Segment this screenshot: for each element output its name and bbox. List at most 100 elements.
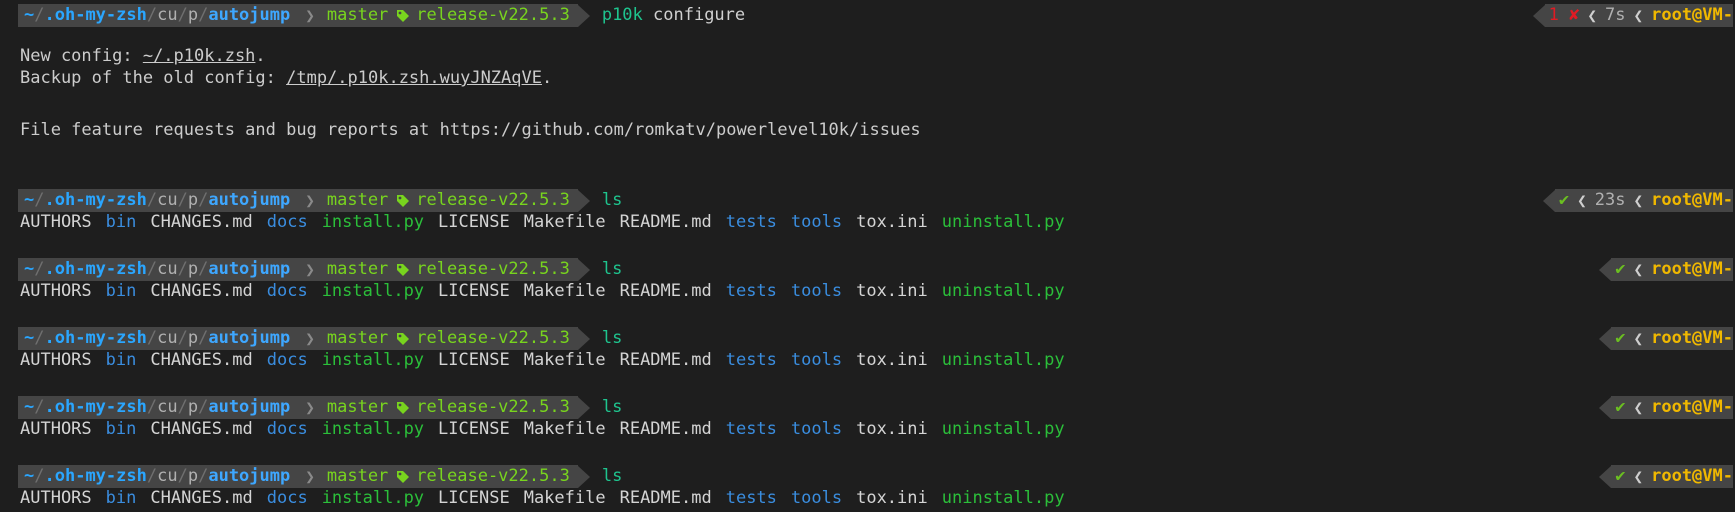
command-name: ls — [601, 328, 623, 348]
segment-end-arrow — [577, 258, 590, 281]
path-part: .oh-my-zsh — [44, 5, 147, 25]
period: . — [541, 68, 553, 88]
user-host: root@VM- — [1651, 466, 1733, 486]
ls-entry: uninstall.py — [941, 350, 1065, 370]
prompt-line: ~ / .oh-my-zsh / cu / p / autojump ❯ master rele… — [18, 4, 1733, 27]
user-host: root@VM- — [1651, 259, 1733, 279]
ls-entry: uninstall.py — [941, 281, 1065, 301]
right-prompt-body: 1 ✘ ❮ 7s ❮ root@VM- — [1544, 4, 1733, 27]
ls-entry: tox.ini — [856, 212, 928, 232]
right-prompt: ✔ ❮ root@VM- — [1599, 465, 1733, 488]
ls-output-line: AUTHORS bin CHANGES.md docs install.py LICENS… — [20, 418, 1735, 441]
git-branch: master — [326, 259, 389, 279]
right-prompt: ✔ ❮ root@VM- — [1599, 327, 1733, 350]
ls-entry: CHANGES.md — [150, 488, 253, 508]
path-home: ~ — [24, 190, 35, 210]
path-separator: / — [177, 190, 188, 210]
path-part: p — [187, 190, 199, 210]
right-prompt: 1 ✘ ❮ 7s ❮ root@VM- — [1532, 4, 1733, 27]
ls-entry: install.py — [321, 212, 425, 232]
segment-end-arrow — [577, 396, 590, 419]
path-current: autojump — [208, 466, 291, 486]
ls-entry: tests — [725, 350, 777, 370]
ls-entry: Makefile — [523, 212, 606, 232]
segment-start-arrow — [1599, 327, 1612, 350]
path-home: ~ — [24, 5, 35, 25]
ls-entry: tox.ini — [856, 350, 928, 370]
chevron-left-icon: ❮ — [1633, 191, 1644, 210]
path-segment: ~ / .oh-my-zsh / cu / p / autojump — [18, 327, 296, 350]
ls-entry: tools — [790, 488, 843, 508]
tag-icon — [396, 194, 410, 208]
path-part: p — [187, 328, 199, 348]
path-part: p — [187, 259, 199, 279]
right-prompt-body: ✔ ❮ root@VM- — [1611, 396, 1733, 419]
ls-entry: docs — [266, 281, 308, 301]
segment-end-arrow — [577, 4, 590, 27]
chevron-left-icon: ❮ — [1633, 329, 1644, 348]
period: . — [255, 46, 266, 66]
path-current: autojump — [208, 5, 291, 25]
path-part: p — [187, 397, 199, 417]
path-segment: ~ / .oh-my-zsh / cu / p / autojump — [18, 4, 296, 27]
path-separator: / — [177, 397, 188, 417]
user-host: root@VM- — [1651, 397, 1733, 417]
path-home: ~ — [24, 328, 35, 348]
ls-entry: Makefile — [523, 281, 606, 301]
path-part: .oh-my-zsh — [44, 466, 147, 486]
ls-entry: bin — [105, 281, 137, 301]
path-separator: / — [198, 5, 209, 25]
git-tag: release-v22.5.3 — [416, 397, 570, 417]
backup-label: Backup of the old config: — [20, 68, 287, 88]
ls-entry: AUTHORS — [20, 212, 92, 232]
chevron-left-icon: ❮ — [1633, 260, 1644, 279]
new-config-path: ~/.p10k.zsh — [142, 46, 256, 66]
user-host: root@VM- — [1651, 190, 1733, 210]
ls-entry: README.md — [619, 350, 712, 370]
git-branch: master — [326, 328, 389, 348]
right-prompt-body: ✔ ❮ root@VM- — [1611, 327, 1733, 350]
chevron-right-icon: ❯ — [305, 191, 315, 210]
chevron-left-icon: ❮ — [1633, 398, 1644, 417]
path-part: .oh-my-zsh — [44, 328, 147, 348]
chevron-left-icon: ❮ — [1577, 191, 1587, 210]
backup-path: /tmp/.p10k.zsh.wuyJNZAqVE — [286, 68, 542, 88]
path-part: cu — [157, 190, 178, 210]
path-separator: / — [146, 328, 158, 348]
segment-end-arrow — [577, 327, 590, 350]
git-tag: release-v22.5.3 — [416, 328, 570, 348]
chevron-right-icon: ❯ — [305, 260, 315, 279]
path-current: autojump — [208, 259, 291, 279]
ls-entry: tox.ini — [856, 281, 928, 301]
chevron-right-icon: ❯ — [305, 6, 315, 25]
path-separator: / — [146, 397, 158, 417]
chevron-right-icon: ❯ — [305, 398, 315, 417]
ls-output-line: AUTHORS bin CHANGES.md docs install.py LICENS… — [20, 349, 1735, 372]
git-branch: master — [326, 5, 389, 25]
path-separator: / — [198, 328, 209, 348]
git-branch: master — [326, 466, 389, 486]
chevron-right-icon: ❯ — [305, 329, 315, 348]
check-icon: ✔ — [1615, 397, 1626, 417]
ls-entry: README.md — [619, 212, 712, 232]
path-part: .oh-my-zsh — [44, 397, 147, 417]
ls-entry: tools — [790, 350, 843, 370]
command-args: configure — [642, 5, 746, 25]
path-separator: / — [146, 190, 158, 210]
path-segment: ~ / .oh-my-zsh / cu / p / autojump — [18, 396, 296, 419]
path-part: .oh-my-zsh — [44, 190, 147, 210]
ls-entry: AUTHORS — [20, 350, 92, 370]
user-host: root@VM- — [1651, 328, 1733, 348]
new-config-label: New config: — [20, 46, 143, 66]
path-separator: / — [34, 397, 45, 417]
ls-entry: Makefile — [523, 350, 606, 370]
tag-icon — [396, 401, 410, 415]
git-segment: ❯ master release-v22.5.3 — [295, 396, 578, 419]
path-part: cu — [157, 259, 178, 279]
right-prompt-body: ✔ ❮ 23s ❮ root@VM- — [1554, 189, 1733, 212]
ls-output-line: AUTHORS bin CHANGES.md docs install.py LICENS… — [20, 211, 1735, 234]
segment-start-arrow — [1599, 258, 1612, 281]
chevron-left-icon: ❮ — [1633, 6, 1644, 25]
path-separator: / — [146, 5, 158, 25]
ls-entry: README.md — [619, 488, 712, 508]
